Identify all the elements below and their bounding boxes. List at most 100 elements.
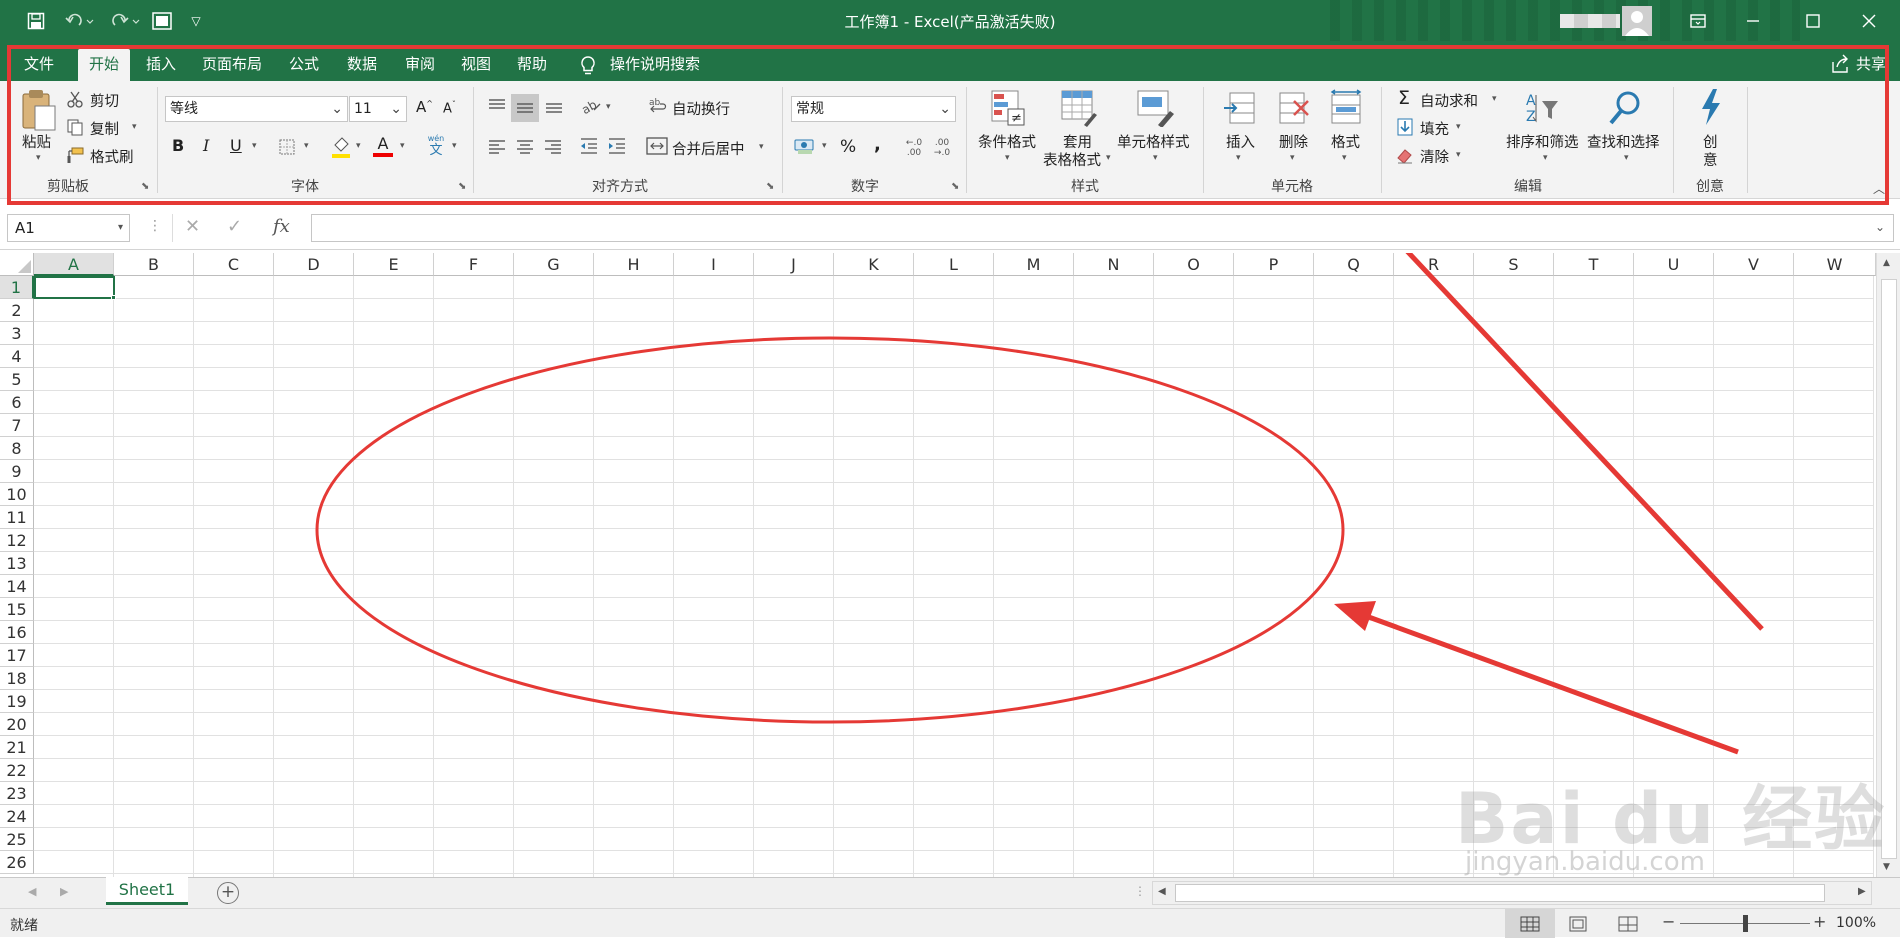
decrease-decimal-icon[interactable]: .00 →.0 — [932, 137, 952, 159]
scroll-up-icon[interactable]: ▲ — [1883, 258, 1890, 268]
font-name-combo[interactable]: 等线 ⌄ — [165, 96, 348, 122]
underline-button[interactable]: U — [230, 136, 242, 155]
lightbulb-icon[interactable] — [578, 55, 598, 77]
paste-icon[interactable] — [18, 87, 58, 133]
scroll-right-icon[interactable]: ▶ — [1858, 886, 1866, 897]
conditional-dropdown-icon[interactable]: ▾ — [1005, 153, 1010, 163]
accounting-dropdown-icon[interactable]: ▾ — [822, 141, 827, 151]
merge-center-button[interactable]: 合并后居中 — [672, 138, 745, 159]
autosum-button[interactable]: 自动求和 — [1420, 90, 1478, 111]
tab-help[interactable]: 帮助 — [508, 49, 556, 81]
clipboard-launcher-icon[interactable]: ⬊ — [141, 181, 149, 192]
close-icon[interactable] — [1843, 4, 1895, 38]
copy-button[interactable]: 复制 — [90, 118, 119, 139]
align-right-icon[interactable] — [542, 135, 564, 157]
ribbon-display-options-icon[interactable] — [1672, 4, 1724, 38]
underline-dropdown-icon[interactable]: ▾ — [252, 141, 257, 151]
merge-dropdown-icon[interactable]: ▾ — [759, 142, 764, 152]
tell-me-search[interactable]: 操作说明搜索 — [610, 49, 710, 81]
phonetic-guide-icon[interactable]: wén 文 — [424, 133, 448, 159]
comma-style-button[interactable]: , — [874, 134, 881, 155]
align-center-icon[interactable] — [514, 135, 536, 157]
format-as-table-dropdown-icon[interactable]: ▾ — [1106, 153, 1111, 163]
cell-styles-button[interactable]: 单元格样式 — [1117, 131, 1190, 152]
zoom-slider-thumb[interactable] — [1743, 915, 1748, 932]
cell-styles-dropdown-icon[interactable]: ▾ — [1153, 153, 1158, 163]
insert-function-icon[interactable]: fx — [273, 216, 290, 237]
accounting-format-icon[interactable] — [794, 135, 816, 157]
name-box[interactable]: A1 ▾ — [7, 214, 130, 242]
borders-icon[interactable] — [278, 138, 296, 156]
minimize-icon[interactable] — [1727, 4, 1779, 38]
tab-review[interactable]: 审阅 — [396, 49, 444, 81]
bold-button[interactable]: B — [172, 136, 184, 155]
delete-cells-button[interactable]: 删除 — [1279, 131, 1308, 152]
cancel-entry-icon[interactable]: ✕ — [185, 216, 200, 237]
sort-filter-dropdown-icon[interactable]: ▾ — [1543, 153, 1548, 163]
zoom-level[interactable]: 100% — [1836, 915, 1876, 931]
horizontal-scroll-thumb[interactable] — [1175, 884, 1825, 902]
format-as-table-button[interactable]: 表格格式 — [1043, 149, 1101, 170]
find-select-dropdown-icon[interactable]: ▾ — [1624, 153, 1629, 163]
insert-cells-dropdown-icon[interactable]: ▾ — [1236, 153, 1241, 163]
fill-color-icon[interactable] — [330, 135, 352, 159]
worksheet-grid[interactable]: ABCDEFGHIJKLMNOPQRSTUVW 1 2 3 4 5 6 7 8 9 10 11 12 1… — [0, 253, 1900, 877]
tab-formulas[interactable]: 公式 — [280, 49, 328, 81]
number-format-combo[interactable]: 常规 ⌄ — [791, 96, 956, 122]
increase-decimal-icon[interactable]: ←.0.00 — [904, 137, 924, 159]
increase-indent-icon[interactable] — [606, 135, 628, 157]
avatar[interactable] — [1622, 6, 1652, 36]
format-cells-dropdown-icon[interactable]: ▾ — [1342, 153, 1347, 163]
tab-page-layout[interactable]: 页面布局 — [196, 49, 268, 81]
formula-input[interactable] — [311, 214, 1894, 242]
format-painter-button[interactable]: 格式刷 — [90, 146, 134, 167]
alignment-launcher-icon[interactable]: ⬊ — [766, 181, 774, 192]
clear-button[interactable]: 清除 — [1420, 146, 1449, 167]
sort-filter-button[interactable]: 排序和筛选 — [1506, 131, 1579, 152]
font-launcher-icon[interactable]: ⬊ — [458, 181, 466, 192]
align-top-icon[interactable] — [486, 95, 508, 117]
find-select-button[interactable]: 查找和选择 — [1587, 131, 1660, 152]
italic-button[interactable]: I — [203, 136, 209, 155]
clear-dropdown-icon[interactable]: ▾ — [1456, 150, 1461, 160]
page-break-preview-icon[interactable] — [1618, 916, 1638, 936]
scroll-left-icon[interactable]: ◀ — [1158, 886, 1166, 897]
collapse-ribbon-icon[interactable]: ︿ — [1873, 180, 1885, 197]
decrease-indent-icon[interactable] — [578, 135, 600, 157]
font-color-icon[interactable]: A — [372, 133, 394, 159]
font-color-dropdown-icon[interactable]: ▾ — [400, 141, 405, 151]
align-middle-icon[interactable] — [511, 94, 539, 122]
next-sheet-icon[interactable]: ▶ — [60, 885, 68, 898]
phonetic-dropdown-icon[interactable]: ▾ — [452, 141, 457, 151]
share-icon[interactable] — [1830, 54, 1850, 74]
fill-color-dropdown-icon[interactable]: ▾ — [356, 141, 361, 151]
confirm-entry-icon[interactable]: ✓ — [227, 216, 242, 237]
grow-font-button[interactable]: A^ — [416, 98, 433, 116]
zoom-out-button[interactable]: − — [1662, 912, 1675, 931]
format-cells-button[interactable]: 格式 — [1331, 131, 1360, 152]
borders-dropdown-icon[interactable]: ▾ — [304, 141, 309, 151]
orientation-dropdown-icon[interactable]: ▾ — [606, 102, 611, 112]
cut-button[interactable]: 剪切 — [90, 90, 119, 111]
align-bottom-icon[interactable] — [543, 95, 565, 117]
maximize-icon[interactable] — [1787, 4, 1839, 38]
orientation-icon[interactable]: ab — [580, 95, 602, 117]
tab-insert[interactable]: 插入 — [137, 49, 185, 81]
number-launcher-icon[interactable]: ⬊ — [951, 181, 959, 192]
copy-dropdown-icon[interactable]: ▾ — [132, 122, 137, 132]
expand-formula-bar-icon[interactable]: ⌄ — [1875, 220, 1885, 234]
insert-cells-button[interactable]: 插入 — [1226, 131, 1255, 152]
horizontal-scrollbar[interactable]: ◀ ▶ — [1152, 881, 1872, 905]
tab-split-handle-icon[interactable]: ⋮ — [1134, 884, 1146, 898]
autosum-dropdown-icon[interactable]: ▾ — [1492, 94, 1497, 104]
tab-view[interactable]: 视图 — [452, 49, 500, 81]
paste-button[interactable]: 粘贴 — [22, 131, 51, 152]
fill-button[interactable]: 填充 — [1420, 118, 1449, 139]
new-sheet-icon[interactable]: + — [217, 882, 239, 904]
normal-view-icon[interactable] — [1505, 909, 1555, 938]
prev-sheet-icon[interactable]: ◀ — [28, 885, 36, 898]
shrink-font-button[interactable]: Aˇ — [443, 100, 456, 116]
tab-file[interactable]: 文件 — [14, 49, 64, 81]
fill-dropdown-icon[interactable]: ▾ — [1456, 122, 1461, 132]
share-button[interactable]: 共享 — [1856, 49, 1896, 81]
